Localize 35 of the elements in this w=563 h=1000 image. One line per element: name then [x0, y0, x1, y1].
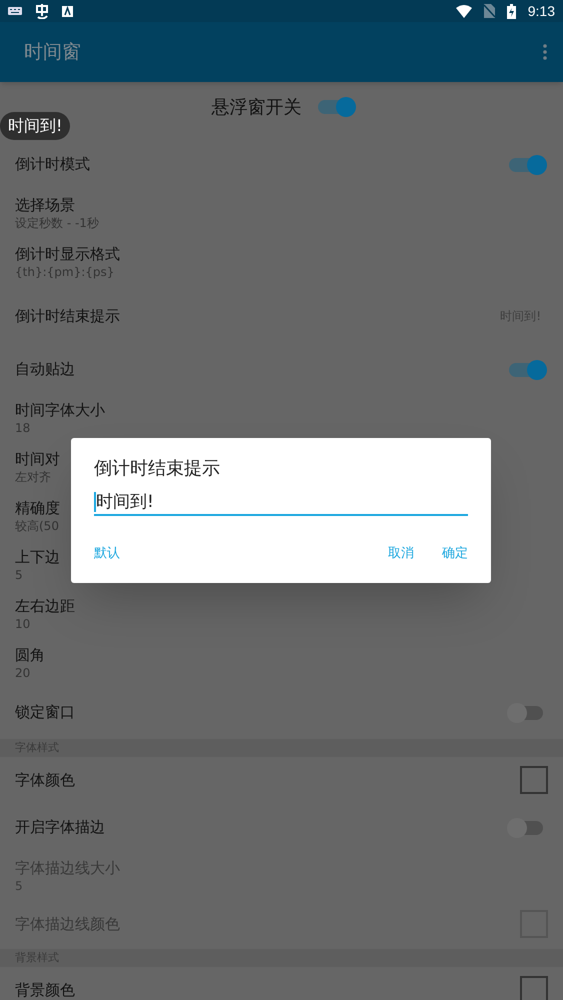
app-title: 时间窗: [24, 40, 82, 65]
more-options-icon[interactable]: [543, 44, 547, 60]
setting-title: 锁定窗口: [15, 702, 75, 724]
app-icon: [34, 3, 50, 19]
setting-title: 时间字体大小: [15, 400, 105, 420]
clock-time: 9:13: [528, 2, 555, 20]
setting-title: 选择场景: [15, 195, 75, 215]
setting-title: 倒计时结束提示: [15, 306, 120, 327]
keyboard-icon: [8, 7, 22, 15]
switch-label: 悬浮窗开关: [212, 96, 302, 120]
toast: 时间到!: [0, 112, 70, 140]
dialog-title: 倒计时结束提示: [94, 457, 221, 481]
setting-title: 上下边: [15, 547, 60, 567]
dialog-button[interactable]: 取消: [374, 538, 428, 570]
color-swatch[interactable]: [520, 976, 548, 1000]
toggle-switch[interactable]: [509, 820, 543, 834]
setting-title: 圆角: [15, 645, 45, 665]
text-input[interactable]: 时间到!: [94, 490, 468, 516]
color-swatch[interactable]: [520, 766, 548, 794]
wifi-icon: [456, 4, 472, 18]
setting-title: 倒计时显示格式: [15, 244, 120, 264]
letter-square-icon: [62, 6, 73, 16]
setting-title: 背景颜色: [15, 980, 75, 1000]
setting-title: 时间对: [15, 449, 60, 469]
setting-title: 精确度: [15, 498, 60, 518]
setting-title: 字体颜色: [15, 770, 75, 791]
setting-title: 自动贴边: [15, 359, 75, 380]
no-sim-icon: [484, 4, 495, 18]
toggle-switch[interactable]: [509, 706, 543, 720]
dialog-button[interactable]: 默认: [80, 538, 134, 570]
dialog-button[interactable]: 确定: [428, 538, 482, 570]
setting-title: 开启字体描边: [15, 817, 105, 838]
setting-title: 左右边距: [15, 596, 75, 616]
battery-charging-icon: [506, 4, 516, 18]
setting-title: 倒计时模式: [15, 154, 90, 176]
